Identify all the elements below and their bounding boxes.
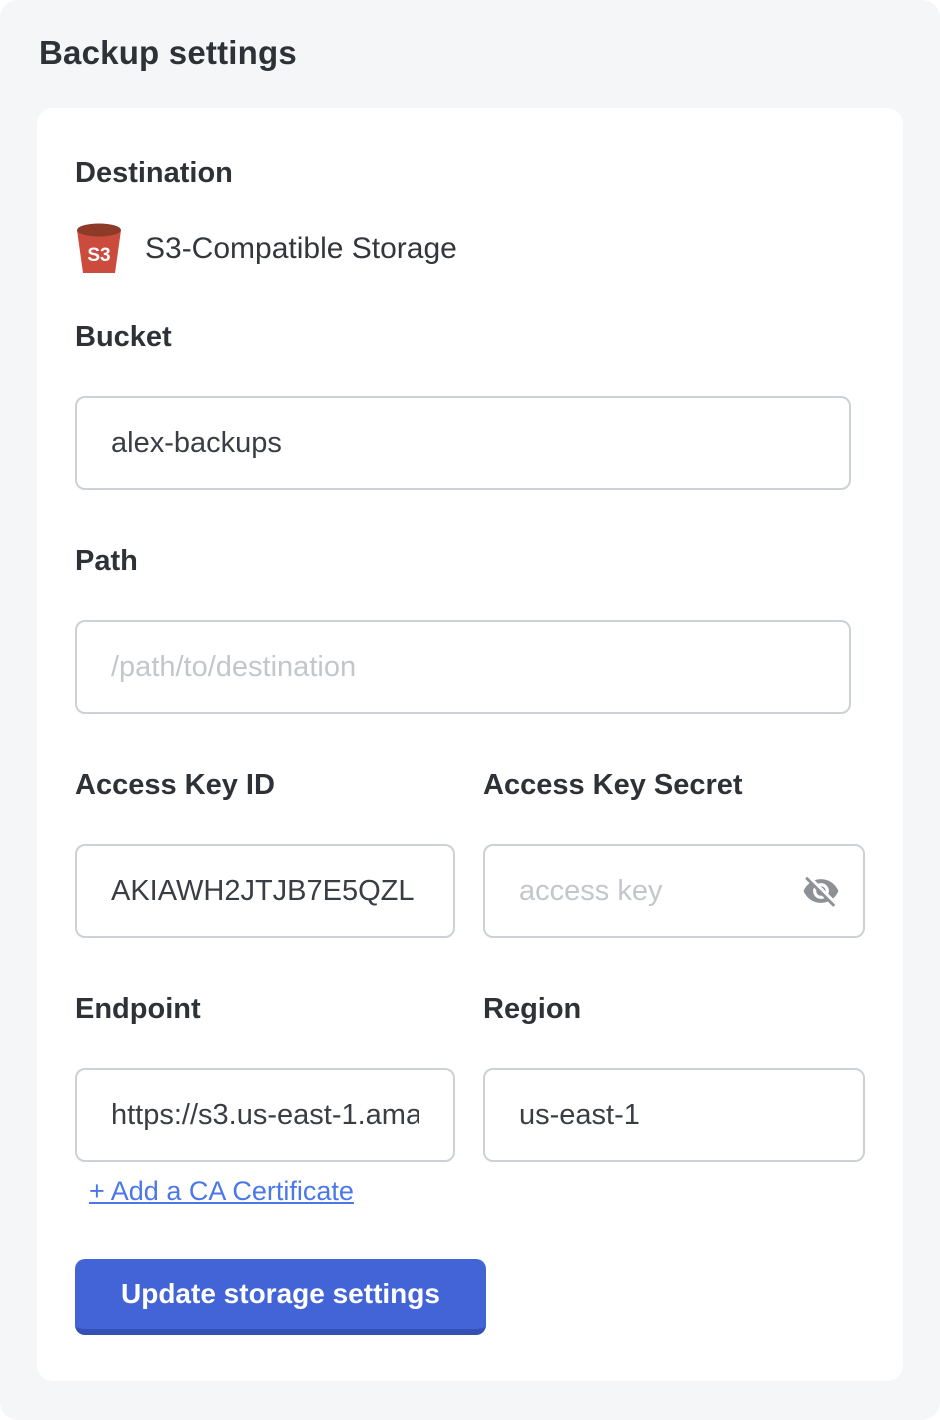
- endpoint-label: Endpoint: [75, 994, 455, 1024]
- region-label: Region: [483, 994, 865, 1024]
- bucket-field: Bucket: [75, 322, 865, 490]
- access-key-id-field: Access Key ID: [75, 770, 455, 938]
- path-field: Path: [75, 546, 865, 714]
- endpoint-region-row: Endpoint Region: [75, 994, 865, 1162]
- toggle-secret-visibility-button[interactable]: [801, 871, 841, 911]
- backup-settings-page: Backup settings Destination S3 S3-Compat…: [0, 0, 940, 1420]
- destination-label: Destination: [75, 158, 865, 188]
- bucket-label: Bucket: [75, 322, 865, 352]
- access-key-secret-wrap: [483, 844, 865, 938]
- endpoint-field: Endpoint: [75, 994, 455, 1162]
- s3-bucket-icon: S3: [75, 222, 123, 276]
- backup-settings-card: Destination S3 S3-Compatible Storage Buc…: [37, 108, 903, 1381]
- region-field: Region: [483, 994, 865, 1162]
- bucket-input[interactable]: [75, 396, 851, 490]
- path-label: Path: [75, 546, 865, 576]
- svg-text:S3: S3: [87, 245, 110, 266]
- destination-value-row: S3 S3-Compatible Storage: [75, 222, 865, 276]
- destination-value: S3-Compatible Storage: [145, 232, 457, 266]
- page-title: Backup settings: [39, 34, 903, 72]
- access-key-row: Access Key ID Access Key Secret: [75, 770, 865, 938]
- endpoint-input[interactable]: [75, 1068, 455, 1162]
- eye-off-icon: [802, 872, 840, 910]
- submit-row: Update storage settings: [75, 1207, 865, 1335]
- region-input[interactable]: [483, 1068, 865, 1162]
- access-key-id-label: Access Key ID: [75, 770, 455, 800]
- access-key-id-input[interactable]: [75, 844, 455, 938]
- access-key-secret-label: Access Key Secret: [483, 770, 865, 800]
- update-storage-settings-button[interactable]: Update storage settings: [75, 1259, 486, 1335]
- path-input[interactable]: [75, 620, 851, 714]
- add-ca-certificate-link[interactable]: + Add a CA Certificate: [89, 1176, 354, 1207]
- access-key-secret-field: Access Key Secret: [483, 770, 865, 938]
